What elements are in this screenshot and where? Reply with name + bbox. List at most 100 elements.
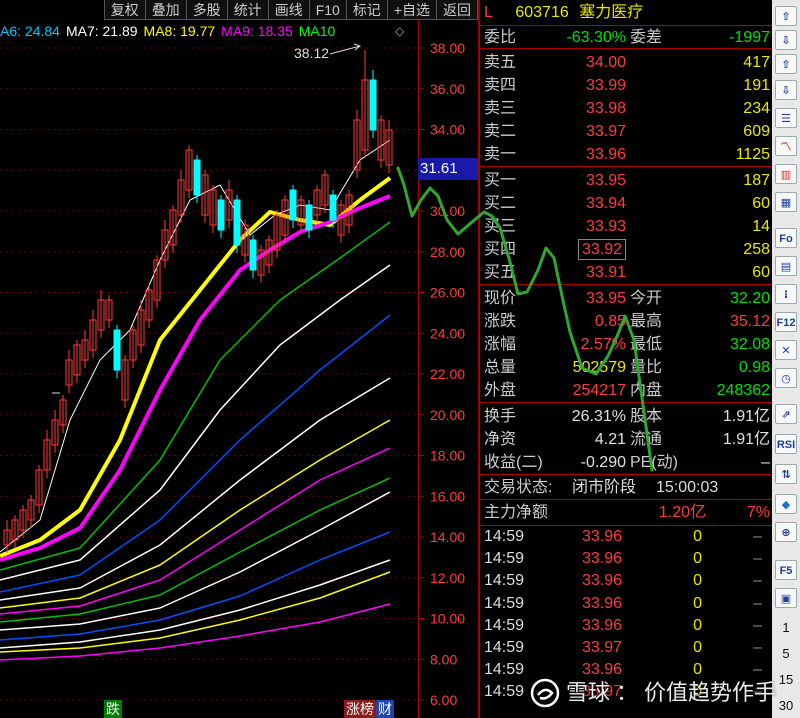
f12-button[interactable]: F12: [775, 312, 797, 332]
toolbar-back-button[interactable]: 返回: [436, 0, 478, 20]
watermark-author: 价值趋势作手: [644, 680, 777, 705]
tick-flag: –: [753, 528, 762, 545]
stat-value: 35.12: [729, 313, 770, 330]
main-net-row[interactable]: 主力净额 1.20亿 7%: [480, 500, 772, 526]
tick-row: 14:59 33.96 0 –: [480, 526, 772, 548]
ask-row[interactable]: 卖五 34.00 417: [480, 51, 772, 74]
price-tick-label: 30.00: [430, 203, 465, 219]
bid-row[interactable]: 买二 33.94 60: [480, 192, 772, 215]
rsi-button[interactable]: RSI: [775, 434, 797, 454]
bid-volume: 258: [743, 241, 770, 258]
price-tick-label: 20.00: [430, 407, 465, 423]
price-tick-label: 28.00: [430, 244, 465, 260]
stat-label: 总量: [484, 359, 517, 376]
arrow-up-small-icon[interactable]: ⇧: [775, 54, 797, 74]
stat-label: 换手: [484, 408, 517, 425]
ma-legend: A6: 24.84 MA7: 21.89 MA8: 19.77 MA9: 18.…: [0, 22, 335, 40]
stat-value: 1.91亿: [722, 408, 770, 425]
candle-body: [305, 204, 313, 231]
toolbar-multi-stock-button[interactable]: 多股: [185, 0, 228, 20]
ma-legend-item: MA7: 21.89: [65, 23, 138, 39]
kline-chart[interactable]: 38.0036.0034.0032.0030.0028.0026.0024.00…: [0, 40, 478, 718]
toolbar-add-watchlist-button[interactable]: +自选: [386, 0, 437, 20]
trade-status-label: 交易状态:: [484, 479, 553, 496]
price-tick-label: 34.00: [430, 122, 465, 138]
bid-label: 买二: [484, 195, 517, 212]
period-1[interactable]: 1: [772, 620, 800, 635]
toolbar-fuquan-button[interactable]: 复权: [103, 0, 146, 20]
tick-price: 33.97: [581, 638, 622, 656]
toolbar-overlay-button[interactable]: 叠加: [144, 0, 187, 20]
stat-value: 248362: [716, 382, 770, 399]
stat-value: 1.91亿: [722, 431, 770, 448]
side-toolbar: ⇧ ⇩ ⇧ ⇩ ☰ 〽 ▥ ▦ Fo ▤ ⁝ F12 ✕ ◷ ⇗ RSI ⇅ ◆…: [772, 0, 800, 718]
period-30[interactable]: 30: [772, 698, 800, 713]
stat-label: 今开: [630, 290, 663, 307]
stat-value: 502579: [572, 359, 626, 376]
bid-row[interactable]: 买三 33.93 14: [480, 215, 772, 238]
stat-label: 流通: [630, 431, 663, 448]
main-net-label: 主力净额: [484, 504, 549, 521]
price-axis-ticks: 38.0036.0034.0032.0030.0028.0026.0024.00…: [418, 40, 465, 708]
bid-label: 买三: [484, 218, 517, 235]
arrow-down-icon[interactable]: ⇩: [775, 30, 797, 50]
candlesticks: [3, 50, 393, 553]
arrow-up-icon[interactable]: ⇧: [775, 6, 797, 26]
legend-toggle-icon[interactable]: ◇: [395, 22, 408, 40]
main-net-pct: 7%: [746, 504, 770, 521]
market-tag: L: [484, 4, 493, 21]
bid-row[interactable]: 买一 33.95 187: [480, 169, 772, 192]
dots-icon[interactable]: ⁝: [775, 284, 797, 304]
bid-price: 33.93: [585, 218, 626, 235]
tick-flag: –: [753, 638, 762, 656]
order-ratio-row: 委比 -63.30% 委差 -1997: [480, 26, 772, 49]
stat-label: 涨幅: [484, 336, 517, 353]
arrow-down-small-icon[interactable]: ⇩: [775, 80, 797, 100]
line-chart-icon[interactable]: 〽: [775, 136, 797, 156]
indicator-icon[interactable]: ⇅: [775, 464, 797, 484]
period-5[interactable]: 5: [772, 646, 800, 661]
toolbar-draw-line-button[interactable]: 画线: [267, 0, 310, 20]
toolbar-f10-button[interactable]: F10: [308, 0, 347, 20]
candle-chart-icon[interactable]: ▥: [775, 164, 797, 184]
ask-row[interactable]: 卖四 33.99 191: [480, 74, 772, 97]
fo-button[interactable]: Fo: [775, 228, 797, 248]
bottom-tag-finance[interactable]: 财: [376, 700, 394, 718]
ask-row[interactable]: 卖三 33.98 234: [480, 97, 772, 120]
stat-label: 外盘: [484, 382, 517, 399]
ask-row[interactable]: 卖二 33.97 609: [480, 120, 772, 143]
crosshair-icon[interactable]: ✕: [775, 340, 797, 360]
toolbar-mark-button[interactable]: 标记: [345, 0, 388, 20]
price-tick-label: 12.00: [430, 570, 465, 586]
tick-flag: –: [753, 594, 762, 612]
price-tick-label: 24.00: [430, 325, 465, 341]
trend-icon[interactable]: ⇗: [775, 404, 797, 424]
bid-price: 33.94: [585, 195, 626, 212]
bottom-tag-fall[interactable]: 跌: [104, 700, 122, 718]
trade-status-value: 闭市阶段: [572, 479, 637, 496]
candle-body: [249, 239, 257, 271]
tick-volume: 0: [693, 638, 702, 656]
high-price-label: 38.12: [294, 45, 329, 61]
grid-icon[interactable]: ▤: [775, 256, 797, 276]
bar-chart-icon[interactable]: ▦: [775, 192, 797, 212]
bid-row[interactable]: 买五 33.91 60: [480, 261, 772, 284]
folder-icon[interactable]: ▣: [775, 588, 797, 608]
tick-time: 14:59: [484, 550, 525, 568]
clock-icon[interactable]: ◷: [775, 368, 797, 388]
plus-icon[interactable]: ⊕: [775, 522, 797, 542]
fundamental-stats: 换手 26.31% 股本 1.91亿 净资 4.21 流通 1.91亿 收益(二) -0.29…: [480, 403, 772, 475]
ask-row[interactable]: 卖一 33.96 1125: [480, 143, 772, 166]
price-tick-label: 10.00: [430, 611, 465, 627]
tick-time: 14:59: [484, 683, 525, 701]
bottom-tag-rank[interactable]: 涨榜: [344, 700, 376, 718]
list-icon[interactable]: ☰: [775, 108, 797, 128]
bid-row[interactable]: 买四 33.92 258: [480, 238, 772, 261]
ask-volume: 417: [743, 54, 770, 71]
ask-label: 卖五: [484, 54, 517, 71]
f5-button[interactable]: F5: [775, 560, 797, 580]
stat-row: 收益(二) -0.290 PE(动) –: [480, 451, 772, 474]
period-15[interactable]: 15: [772, 672, 800, 687]
toolbar-stats-button[interactable]: 统计: [226, 0, 269, 20]
diamond-icon[interactable]: ◆: [775, 494, 797, 514]
